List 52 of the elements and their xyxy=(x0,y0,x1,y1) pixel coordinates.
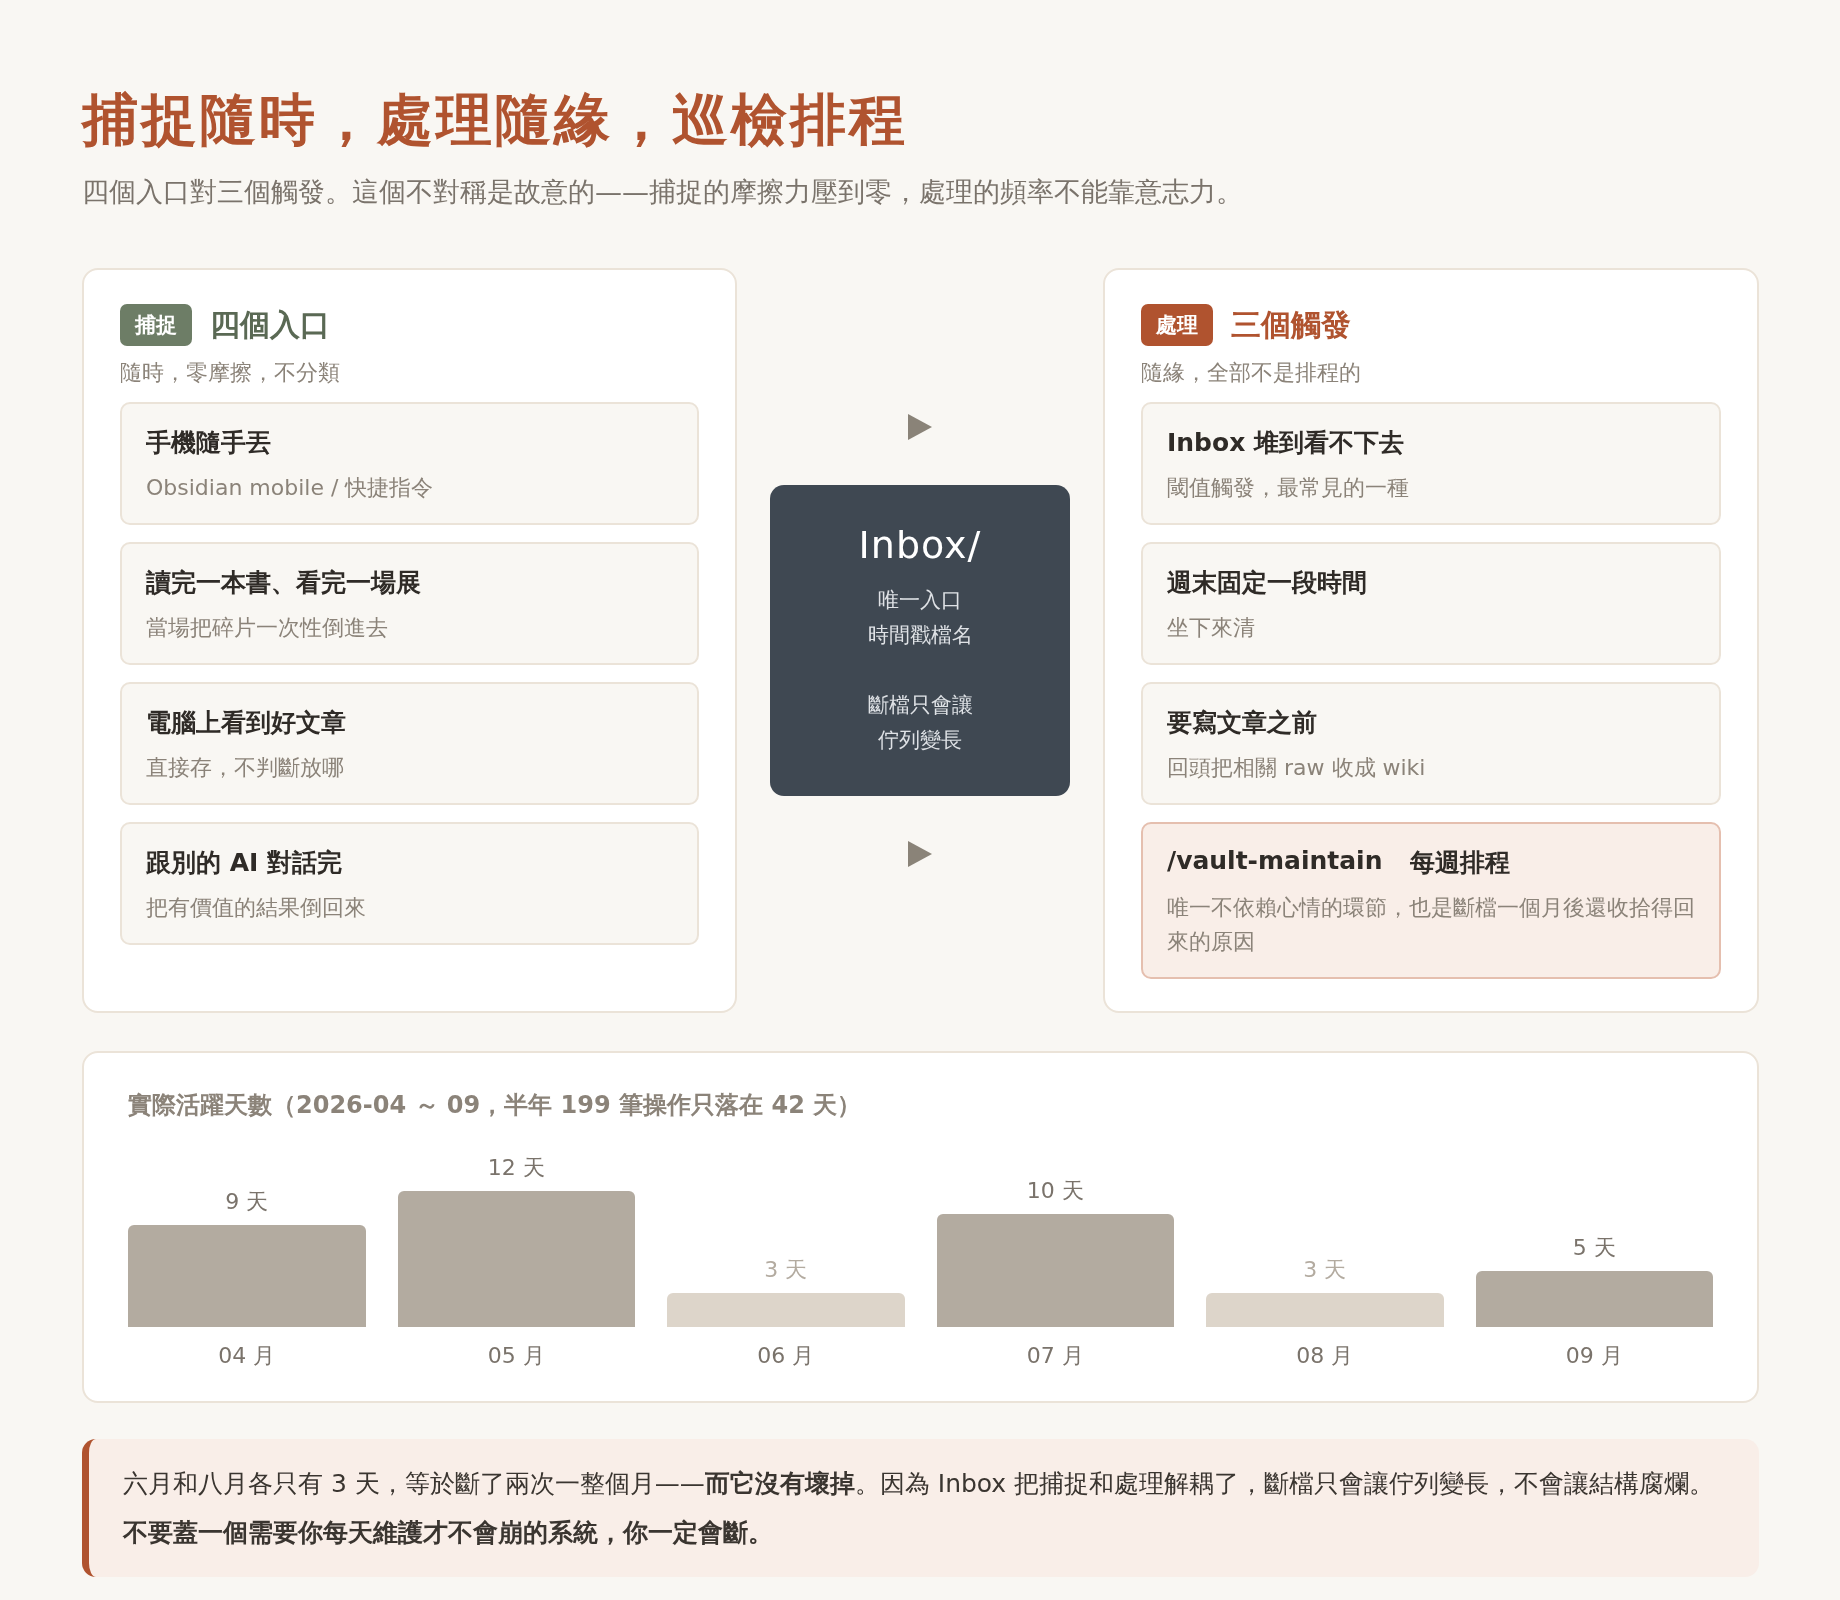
inbox-line: 時間戳檔名 xyxy=(866,622,974,650)
value-label: 12 xyxy=(487,1155,516,1181)
month-label: 05 月 xyxy=(486,1342,546,1371)
inbox-line: 唯一入口 xyxy=(877,587,963,615)
unit-label: 天 xyxy=(1061,1178,1084,1204)
item-detail: Obsidian mobile / 快捷指令 xyxy=(146,474,435,502)
inbox-line: 佇列變長 xyxy=(877,727,963,755)
item-title: Inbox 堆到看不下去 xyxy=(1167,427,1404,459)
item-detail: 直接存，不判斷放哪 xyxy=(146,754,345,783)
item-title: 電腦上看到好文章 xyxy=(146,707,346,740)
page-subtitle: 四個入口對三個觸發。這個不對稱是故意的——捕捉的摩擦力壓到零，處理的頻率不能靠意志力。 xyxy=(82,175,1244,209)
month-label: 06 月 xyxy=(756,1342,816,1371)
item-title: 跟別的 AI 對話完 xyxy=(146,847,343,880)
item-detail: 把有價值的結果倒回來 xyxy=(146,894,367,923)
page-title: 捕捉隨時，處理隨緣，巡檢排程 xyxy=(82,86,909,154)
item-detail: 閾值觸發，最常見的一種 xyxy=(1167,474,1410,502)
month-label: 07 月 xyxy=(1025,1342,1085,1371)
item-detail: 唯一不依賴心情的環節，也是斷檔一個月後還收拾得回來的原因 xyxy=(1167,894,1695,957)
value-label: 3 xyxy=(764,1257,779,1283)
inbox-title: Inbox/ xyxy=(857,523,983,568)
item-detail: 坐下來清 xyxy=(1167,614,1256,643)
badge: 捕捉 xyxy=(120,304,192,346)
item-title: 讀完一本書、看完一場展 xyxy=(146,567,421,600)
month-label: 04 月 xyxy=(217,1342,277,1371)
unit-label: 天 xyxy=(246,1189,269,1215)
month-label: 08 月 xyxy=(1295,1342,1355,1371)
item-tag: 每週排程 xyxy=(1410,846,1511,880)
inbox-line: 斷檔只會讓 xyxy=(866,692,974,720)
month-label: 09 月 xyxy=(1564,1342,1624,1371)
value-label: 9 xyxy=(225,1189,240,1215)
play-arrow-icon xyxy=(907,840,933,869)
value-label: 5 xyxy=(1572,1234,1587,1260)
note-callout: 六月和八月各只有 3 天，等於斷了兩次一整個月——而它沒有壞掉。因為 Inbox 把捕捉和處理解耦了，斷檔只會讓佇列變長，不會讓結構腐爛。不要蓋一個需要你每天維護才不會崩的系統，你一定會斷。 xyxy=(82,1439,1759,1578)
item-title: 手機隨手丟 xyxy=(146,427,271,459)
item-detail: 回頭把相關 raw 收成 wiki xyxy=(1167,754,1427,783)
unit-label: 天 xyxy=(1324,1257,1347,1283)
item-title: 週末固定一段時間 xyxy=(1167,567,1367,600)
unit-label: 天 xyxy=(785,1257,808,1283)
panel-heading: 四個入口 xyxy=(210,305,330,344)
item-detail: 當場把碎片一次性倒進去 xyxy=(146,614,389,643)
panel-caption: 隨緣，全部不是排程的 xyxy=(1141,359,1362,387)
item-title: 要寫文章之前 xyxy=(1167,707,1317,740)
chart-title: 實際活躍天數（2026-04 ～ 09，半年 199 筆操作只落在 42 天） xyxy=(128,1090,863,1122)
unit-label: 天 xyxy=(522,1155,545,1181)
unit-label: 天 xyxy=(1593,1234,1616,1260)
panel-caption: 隨時，零摩擦，不分類 xyxy=(120,359,341,387)
value-label: 10 xyxy=(1026,1178,1055,1204)
play-arrow-icon xyxy=(907,413,933,442)
item-title: /vault-maintain xyxy=(1167,846,1383,878)
badge: 處理 xyxy=(1141,304,1213,346)
value-label: 3 xyxy=(1303,1257,1318,1283)
panel-heading: 三個觸發 xyxy=(1231,305,1351,344)
